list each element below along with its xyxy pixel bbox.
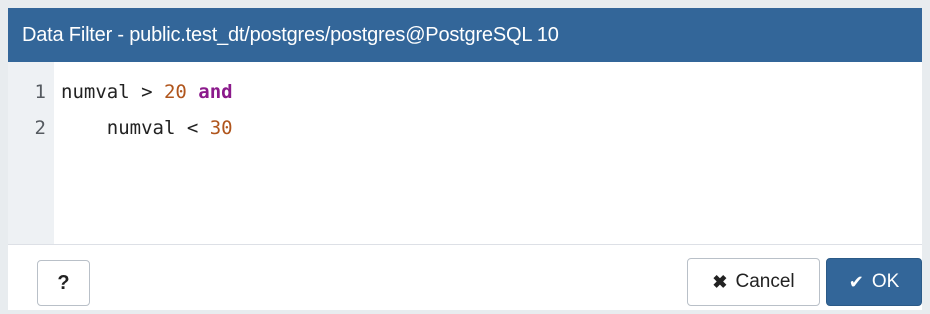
line-number: 2 [34,117,46,139]
dialog-footer: ? ✖ Cancel ✔ OK [8,245,922,310]
ok-button[interactable]: ✔ OK [826,258,922,306]
dialog-title: Data Filter - public.test_dt/postgres/po… [8,8,922,62]
code-token-keyword: and [198,81,233,103]
filter-code-editor[interactable]: 1 numval > 20 and 2 numval < 30 [8,62,922,244]
help-button[interactable]: ? [37,260,90,306]
code-token: numval < [61,117,210,139]
code-text[interactable]: numval > 20 and [61,74,233,110]
check-icon: ✔ [848,271,864,292]
code-token-number: 20 [163,81,187,103]
cancel-label: Cancel [735,271,795,292]
ok-label: OK [871,271,900,292]
code-line[interactable]: 2 numval < 30 [8,110,922,146]
line-number: 1 [34,81,46,103]
code-line[interactable]: 1 numval > 20 and [8,74,922,110]
times-icon: ✖ [712,271,728,292]
code-token: numval > [61,81,164,103]
cancel-button[interactable]: ✖ Cancel [687,258,820,306]
code-token-number: 30 [209,117,233,139]
help-label: ? [57,271,70,294]
code-text[interactable]: numval < 30 [61,110,233,146]
data-filter-dialog: Data Filter - public.test_dt/postgres/po… [0,0,930,314]
